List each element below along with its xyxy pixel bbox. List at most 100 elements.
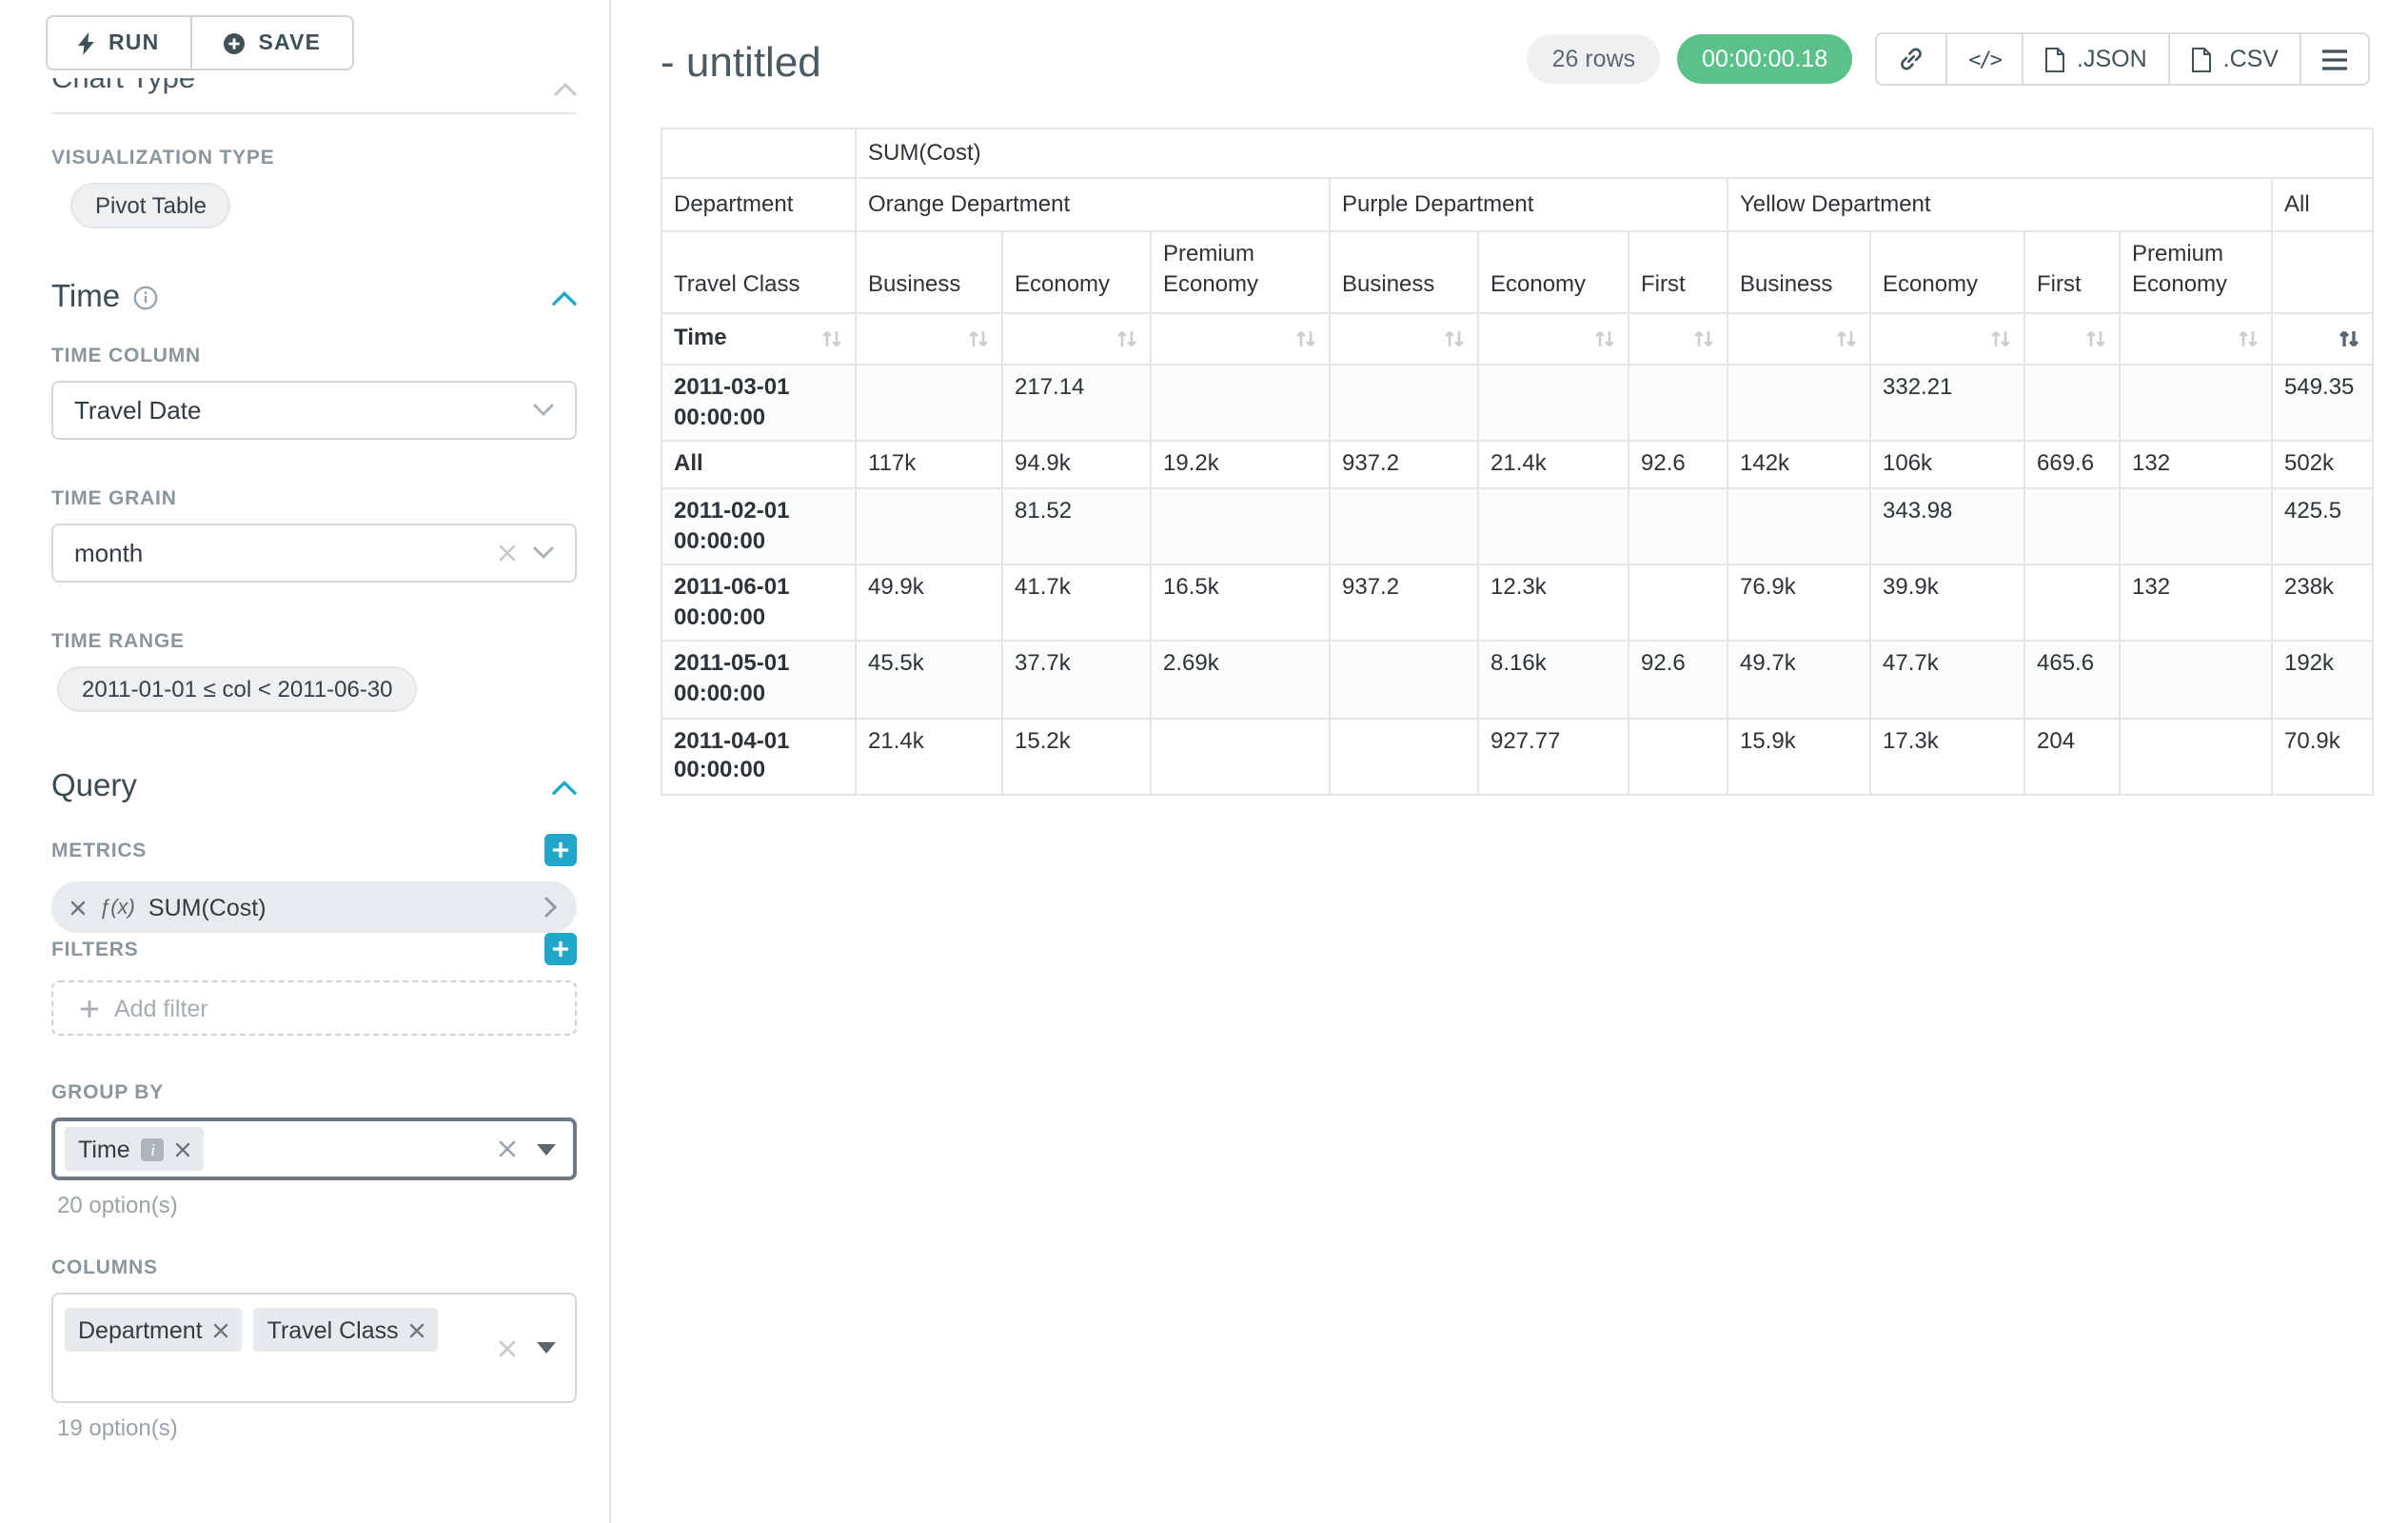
column-sort-cell[interactable]: [1151, 313, 1330, 365]
metric-header-cell: SUM(Cost): [856, 129, 2373, 178]
column-sort-cell[interactable]: [1002, 313, 1151, 365]
explore-view: RUN SAVE Chart Type VISUALIZATION TYPE P…: [0, 0, 2408, 1523]
column-sort-cell[interactable]: [2024, 313, 2120, 365]
pivot-cell: [1330, 718, 1478, 794]
pill-label: Time: [78, 1136, 130, 1162]
pivot-group-row: DepartmentOrange DepartmentPurple Depart…: [661, 178, 2373, 231]
export-json-button[interactable]: .JSON: [2022, 32, 2170, 86]
pivot-cell: 549.35: [2272, 365, 2373, 441]
plus-icon: [80, 999, 99, 1018]
sort-icon[interactable]: [1835, 327, 1858, 350]
column-dimension2-label: Travel Class: [661, 231, 856, 313]
column-value-pill[interactable]: Department: [65, 1308, 243, 1352]
divider: [51, 112, 577, 114]
group-by-options-hint: 20 option(s): [57, 1192, 577, 1218]
column-value-pill[interactable]: Travel Class: [254, 1308, 439, 1352]
time-range-value[interactable]: 2011-01-01 ≤ col < 2011-06-30: [57, 666, 418, 712]
time-grain-select[interactable]: month: [51, 524, 577, 583]
pivot-cell: 669.6: [2024, 442, 2120, 488]
row-dimension-label[interactable]: Time: [661, 313, 856, 365]
remove-icon[interactable]: [70, 900, 86, 915]
pivot-cell: 21.4k: [856, 718, 1002, 794]
sort-icon[interactable]: [967, 327, 990, 350]
row-header: 2011-04-01 00:00:00: [661, 718, 856, 794]
pivot-cell: [1151, 365, 1330, 441]
column-subheader: Economy: [1870, 231, 2024, 313]
caret-down-icon[interactable]: [537, 1143, 556, 1155]
time-column-value: Travel Date: [74, 396, 516, 425]
collapse-section-chevron-icon[interactable]: [552, 290, 577, 306]
column-sort-cell[interactable]: [1478, 313, 1628, 365]
metric-pill[interactable]: ƒ(x)SUM(Cost): [51, 881, 577, 933]
sort-icon[interactable]: [2084, 327, 2107, 350]
metrics-label: METRICS: [51, 839, 147, 861]
export-json-label: .JSON: [2077, 46, 2147, 72]
caret-down-icon[interactable]: [537, 1342, 556, 1354]
results-area: - untitled 26 rows 00:00:00.18 </>: [611, 0, 2408, 1523]
group-by-select[interactable]: Timei: [51, 1118, 577, 1180]
remove-icon[interactable]: [214, 1322, 229, 1337]
pivot-cell: 21.4k: [1478, 442, 1628, 488]
column-sort-cell[interactable]: [2272, 313, 2373, 365]
column-dimension-label: Department: [661, 178, 856, 231]
sort-icon[interactable]: [1989, 327, 2012, 350]
pivot-sort-row: Time: [661, 313, 2373, 365]
metrics-list: ƒ(x)SUM(Cost): [0, 881, 609, 933]
sort-icon[interactable]: [1115, 327, 1138, 350]
pivot-cell: 45.5k: [856, 642, 1002, 718]
time-column-select[interactable]: Travel Date: [51, 381, 577, 440]
remove-icon[interactable]: [176, 1141, 191, 1157]
pill-label: Travel Class: [267, 1316, 399, 1343]
pivot-cell: [2024, 365, 2120, 441]
chevron-down-icon[interactable]: [533, 404, 554, 417]
pivot-cell: 94.9k: [1002, 442, 1151, 488]
columns-select[interactable]: Department Travel Class: [51, 1293, 577, 1403]
sort-icon[interactable]: [1593, 327, 1616, 350]
pivot-cell: [856, 365, 1002, 441]
clear-icon[interactable]: [499, 544, 516, 562]
pivot-cell: 192k: [2272, 642, 2373, 718]
view-query-button[interactable]: </>: [1945, 32, 2023, 86]
save-label: SAVE: [258, 31, 321, 54]
clear-icon[interactable]: [499, 1140, 516, 1157]
query-timer-badge: 00:00:00.18: [1677, 34, 1852, 84]
column-sort-cell[interactable]: [1727, 313, 1870, 365]
pivot-cell: 117k: [856, 442, 1002, 488]
filters-field-header: FILTERS: [51, 933, 577, 965]
save-button[interactable]: SAVE: [189, 17, 351, 69]
pivot-row: 2011-04-01 00:00:0021.4k15.2k927.7715.9k…: [661, 718, 2373, 794]
visualization-type-value[interactable]: Pivot Table: [70, 183, 231, 228]
sort-icon[interactable]: [820, 327, 843, 350]
column-sort-cell[interactable]: [2120, 313, 2272, 365]
results-header: - untitled 26 rows 00:00:00.18 </>: [661, 23, 2408, 88]
pivot-cell: 12.3k: [1478, 564, 1628, 641]
column-sort-cell[interactable]: [1870, 313, 2024, 365]
pivot-subheader-row: Travel ClassBusinessEconomyPremium Econo…: [661, 231, 2373, 313]
sort-icon[interactable]: [2237, 327, 2260, 350]
add-filter-plus-button[interactable]: [544, 933, 577, 965]
remove-icon[interactable]: [410, 1322, 425, 1337]
sort-icon[interactable]: [1294, 327, 1317, 350]
column-sort-cell[interactable]: [856, 313, 1002, 365]
column-subheader: Business: [856, 231, 1002, 313]
row-header: 2011-05-01 00:00:00: [661, 642, 856, 718]
run-button[interactable]: RUN: [48, 17, 189, 69]
pivot-cell: [2024, 488, 2120, 564]
add-filter-button[interactable]: Add filter: [51, 980, 577, 1036]
clear-icon[interactable]: [499, 1339, 516, 1356]
pivot-cell: 92.6: [1628, 442, 1727, 488]
time-section-title: Time: [51, 280, 120, 316]
sort-icon[interactable]: [1443, 327, 1466, 350]
column-sort-cell[interactable]: [1628, 313, 1727, 365]
collapse-section-chevron-icon[interactable]: [552, 780, 577, 795]
group-by-value-pill[interactable]: Timei: [65, 1127, 205, 1171]
column-sort-cell[interactable]: [1330, 313, 1478, 365]
export-csv-button[interactable]: .CSV: [2168, 32, 2301, 86]
chevron-down-icon[interactable]: [533, 546, 554, 560]
sort-icon[interactable]: [1692, 327, 1715, 350]
copy-link-button[interactable]: [1875, 32, 1947, 86]
more-options-button[interactable]: [2299, 32, 2370, 86]
sort-icon[interactable]: [2338, 327, 2360, 350]
add-metric-button[interactable]: [544, 834, 577, 866]
pivot-cell: 47.7k: [1870, 642, 2024, 718]
